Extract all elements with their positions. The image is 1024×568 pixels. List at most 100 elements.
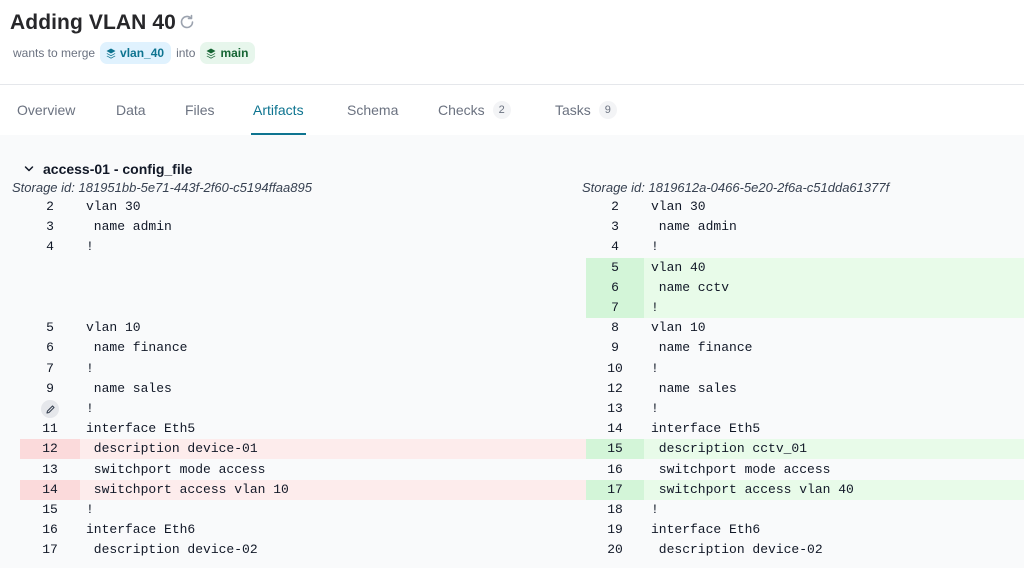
right-code-line: name admin xyxy=(651,219,737,235)
tab-label: Artifacts xyxy=(253,102,304,118)
right-line-number: 8 xyxy=(611,320,619,336)
diff-row: 7! 10! xyxy=(0,359,1024,379)
diff-row: 17 description device-02 20 description d… xyxy=(0,540,1024,560)
left-storage-id: Storage id: 181951bb-5e71-443f-2f60-c519… xyxy=(12,180,312,195)
tab-label: Overview xyxy=(17,102,76,118)
left-line-number: 5 xyxy=(46,320,54,336)
left-line-number xyxy=(20,298,80,318)
left-line-number: 12 xyxy=(42,441,58,457)
source-branch-label: vlan_40 xyxy=(120,46,165,60)
right-storage-id: Storage id: 1819612a-0466-5e20-2f6a-c51d… xyxy=(582,180,890,195)
left-line-number: 6 xyxy=(46,340,54,356)
left-code-line: ! xyxy=(86,502,94,517)
right-code-line: switchport mode access xyxy=(651,461,831,477)
tasks-count-badge: 9 xyxy=(598,101,617,119)
merge-text: wants to merge xyxy=(13,46,96,60)
left-line-number xyxy=(20,258,80,278)
left-code-line: switchport access vlan 10 xyxy=(86,481,289,497)
left-line-number: 3 xyxy=(46,219,54,235)
diff-row: 15! 18! xyxy=(0,500,1024,520)
left-code-line: description device-01 xyxy=(86,441,258,457)
left-code-line: interface Eth5 xyxy=(86,421,196,437)
tab-label: Checks xyxy=(438,102,485,118)
right-line-number: 18 xyxy=(607,502,623,517)
right-line-number: 7 xyxy=(611,300,619,315)
diff-row: 7! xyxy=(0,298,1024,318)
left-line-number: 13 xyxy=(42,461,58,477)
right-line-number: 14 xyxy=(607,421,623,437)
source-branch-badge[interactable]: vlan_40 xyxy=(100,42,172,64)
diff-row: 6 name cctv xyxy=(0,277,1024,298)
right-code-line: description cctv_01 xyxy=(651,441,808,457)
left-code-line: description device-02 xyxy=(86,542,258,558)
artifact-header[interactable]: access-01 - config_file xyxy=(24,161,192,177)
left-line-number xyxy=(20,278,80,298)
right-code-line: interface Eth6 xyxy=(651,522,761,538)
artifact-title: access-01 - config_file xyxy=(43,161,193,177)
refresh-icon[interactable] xyxy=(178,13,196,31)
right-code-line: vlan 30 xyxy=(651,199,706,214)
diff-row: 5 vlan 40 xyxy=(0,257,1024,278)
diff-row: 6 name finance 9 name finance xyxy=(0,338,1024,358)
added-line-highlight xyxy=(644,298,1024,318)
tab-files[interactable]: Files xyxy=(185,85,215,135)
left-line-number: 7 xyxy=(46,360,54,376)
tab-checks[interactable]: Checks 2 xyxy=(438,85,511,135)
diff-row: 3 name admin 3 name admin xyxy=(0,217,1024,237)
tab-tasks[interactable]: Tasks 9 xyxy=(555,85,617,135)
left-code-line: ! xyxy=(86,239,94,255)
right-line-number: 15 xyxy=(607,441,623,457)
left-line-number: 14 xyxy=(42,481,58,497)
right-code-line: vlan 40 xyxy=(651,259,706,275)
left-line-number: 17 xyxy=(42,542,58,558)
left-code-line: name sales xyxy=(86,380,172,396)
left-line-number: 16 xyxy=(42,522,58,538)
diff-row: 14 switchport access vlan 10 17 switchpor… xyxy=(0,479,1024,500)
tab-label: Files xyxy=(185,102,215,118)
right-code-line: name sales xyxy=(651,380,737,396)
right-code-line: ! xyxy=(651,401,659,416)
artifact-diff-panel: access-01 - config_file Storage id: 1819… xyxy=(0,135,1024,568)
left-code-line: name finance xyxy=(86,340,188,356)
right-code-line: switchport access vlan 40 xyxy=(651,481,854,497)
right-line-number: 17 xyxy=(607,481,623,497)
diff-row: 13 switchport mode access 16 switchport m… xyxy=(0,460,1024,480)
tab-label: Data xyxy=(116,102,146,118)
right-code-line: name finance xyxy=(651,340,753,356)
left-code-line: switchport mode access xyxy=(86,461,266,477)
diff-row: 16 interface Eth6 19 interface Eth6 xyxy=(0,520,1024,540)
tab-overview[interactable]: Overview xyxy=(17,85,75,135)
right-line-number: 16 xyxy=(607,461,623,477)
tab-data[interactable]: Data xyxy=(116,85,146,135)
tab-artifacts[interactable]: Artifacts xyxy=(251,85,306,135)
right-code-line: name cctv xyxy=(651,279,730,295)
layers-icon xyxy=(106,48,116,59)
diff-row: 9 name sales 12 name sales xyxy=(0,379,1024,399)
right-code-line: ! xyxy=(651,239,659,255)
chevron-down-icon xyxy=(24,166,34,172)
tab-schema[interactable]: Schema xyxy=(347,85,398,135)
right-code-line: description device-02 xyxy=(651,542,823,558)
right-code-line: vlan 10 xyxy=(651,320,706,336)
diff-row: 12 description device-01 15 description c… xyxy=(0,439,1024,460)
tab-bar: Overview Data Files Artifacts Schema Che… xyxy=(0,85,1024,135)
target-branch-label: main xyxy=(220,46,249,60)
pencil-icon[interactable] xyxy=(41,400,59,418)
tab-label: Tasks xyxy=(555,102,591,118)
right-line-number: 9 xyxy=(611,340,619,356)
right-line-number: 10 xyxy=(607,360,623,376)
left-code-line: ! xyxy=(86,401,94,416)
diff-row: ! 13! xyxy=(0,399,1024,419)
right-code-line: ! xyxy=(651,300,659,315)
layers-icon xyxy=(206,48,216,59)
right-code-line: interface Eth5 xyxy=(651,421,761,437)
left-code-line: ! xyxy=(86,360,94,376)
right-line-number: 20 xyxy=(607,542,623,558)
right-line-number: 19 xyxy=(607,522,623,538)
target-branch-badge[interactable]: main xyxy=(200,42,256,64)
left-line-number: 9 xyxy=(46,380,54,396)
left-line-number: 2 xyxy=(46,199,54,214)
right-line-number: 2 xyxy=(611,199,619,214)
right-code-line: ! xyxy=(651,502,659,517)
left-code-line: vlan 10 xyxy=(86,320,141,336)
